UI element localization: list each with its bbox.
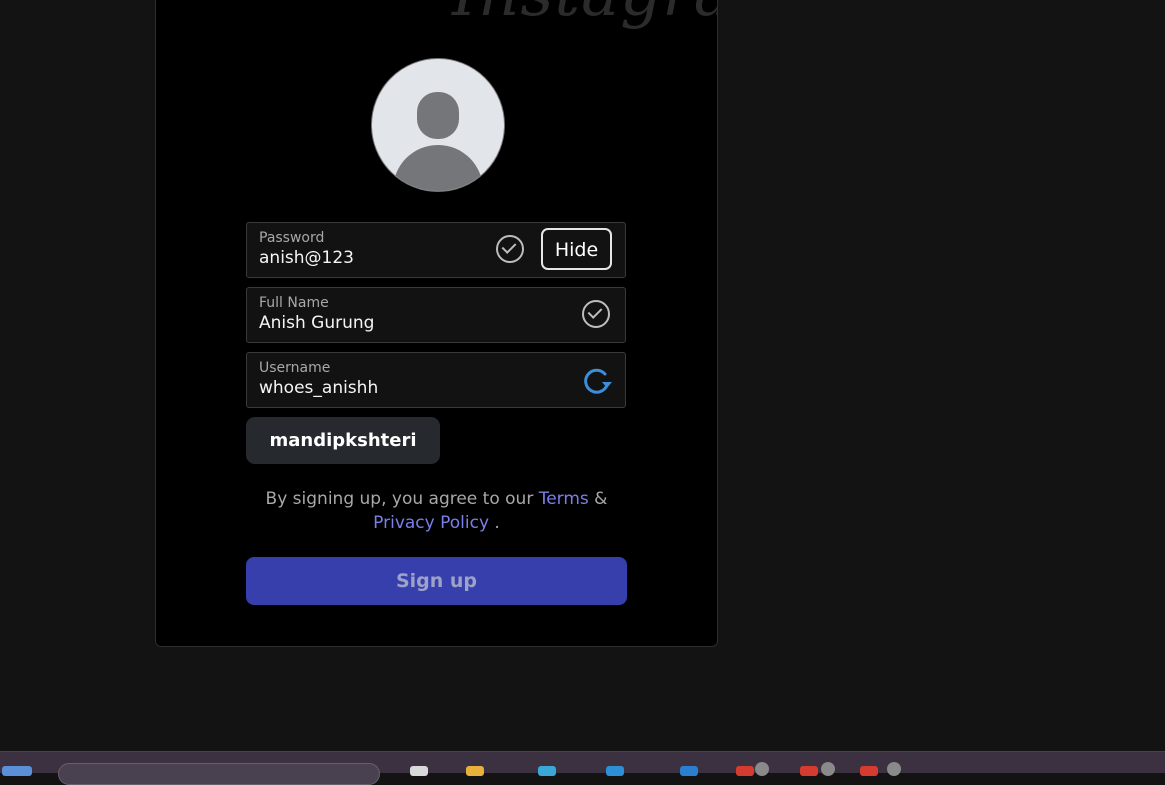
store-icon[interactable]	[606, 766, 624, 776]
chrome-profile-badge-icon-2	[821, 762, 835, 776]
os-taskbar	[0, 751, 1165, 785]
chrome-icon-2[interactable]	[800, 766, 818, 776]
full-name-valid-check-icon	[582, 300, 610, 328]
terms-prefix: By signing up, you agree to our	[265, 489, 539, 509]
avatar-head-shape	[417, 92, 459, 139]
terms-link[interactable]: Terms	[539, 489, 589, 509]
chrome-profile-badge-icon	[755, 762, 769, 776]
avatar-body-shape	[393, 145, 483, 191]
terms-ampersand: &	[588, 489, 608, 509]
privacy-policy-link[interactable]: Privacy Policy	[373, 513, 489, 533]
username-field[interactable]: Username	[246, 352, 626, 408]
password-input[interactable]	[259, 248, 479, 268]
terms-text: By signing up, you agree to our Terms & …	[246, 487, 627, 535]
chrome-icon[interactable]	[736, 766, 754, 776]
full-name-label: Full Name	[259, 295, 329, 311]
password-valid-check-icon	[496, 235, 524, 263]
chrome-icon-3[interactable]	[860, 766, 878, 776]
full-name-field[interactable]: Full Name	[246, 287, 626, 343]
full-name-input[interactable]	[259, 313, 479, 333]
chrome-profile-badge-icon-3	[887, 762, 901, 776]
taskbar-search-box[interactable]	[58, 763, 380, 785]
file-icon[interactable]	[410, 766, 428, 776]
refresh-username-icon[interactable]	[581, 365, 613, 397]
vscode-icon[interactable]	[680, 766, 698, 776]
profile-avatar[interactable]	[371, 58, 505, 192]
username-suggestion-chip[interactable]: mandipkshteri	[246, 417, 440, 464]
signup-button[interactable]: Sign up	[246, 557, 627, 605]
username-label: Username	[259, 360, 331, 376]
username-input[interactable]	[259, 378, 479, 398]
folder-icon[interactable]	[466, 766, 484, 776]
terms-suffix: .	[489, 513, 500, 533]
password-hide-button[interactable]: Hide	[541, 228, 612, 270]
password-field[interactable]: Password Hide	[246, 222, 626, 278]
browser-icon[interactable]	[538, 766, 556, 776]
start-menu-icon[interactable]	[2, 766, 32, 776]
instagram-logo: Instagram	[452, 0, 717, 31]
password-label: Password	[259, 230, 325, 246]
signup-card: Instagram Password Hide Full Name Userna…	[155, 0, 718, 647]
